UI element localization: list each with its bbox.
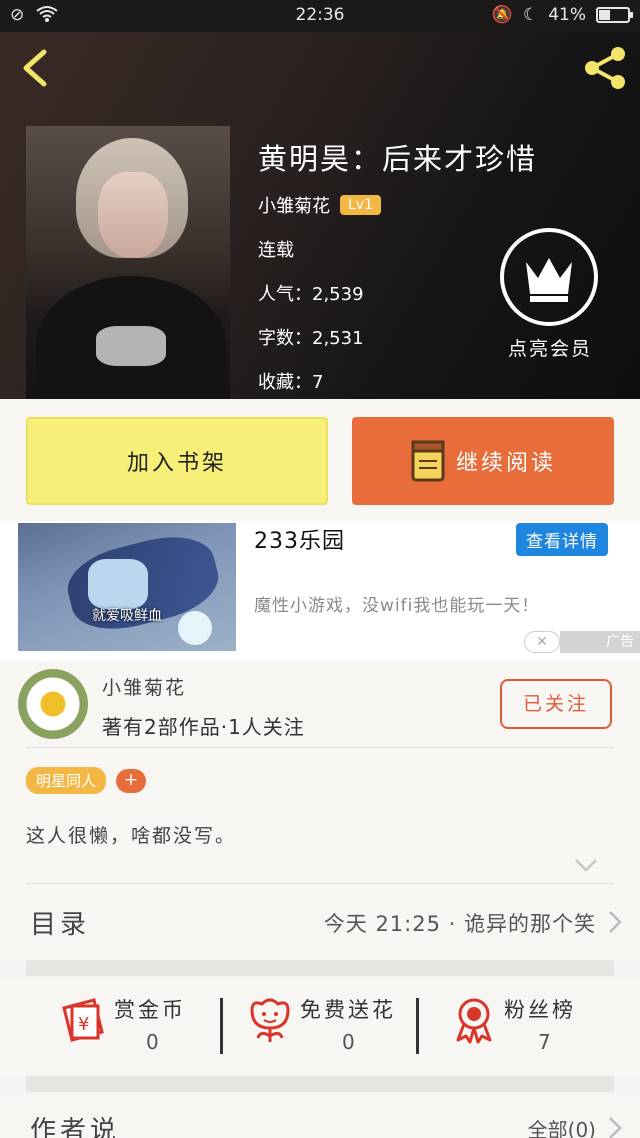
vip-button[interactable]: 点亮会员 (500, 228, 600, 361)
flower-icon (250, 998, 290, 1042)
word-count-stat: 字数：2,531 (258, 324, 364, 350)
add-tag-button[interactable]: + (116, 768, 147, 793)
serial-status: 连载 (258, 240, 294, 261)
catalog-label: 目录 (30, 910, 91, 940)
ad-image-caption: 就爱吸鲜血 (92, 608, 162, 624)
plane-icon (178, 611, 212, 645)
red-envelope-icon: ¥ (62, 998, 104, 1042)
author-says-all: 全部(0) (527, 1118, 596, 1138)
ad-close-button[interactable]: ✕ (524, 631, 560, 653)
chevron-right-icon (608, 910, 622, 938)
popularity-stat: 人气：2,539 (258, 280, 364, 306)
continue-reading-label: 继续阅读 (455, 451, 556, 476)
author-row: 小雏菊花 Lv1 (258, 192, 381, 218)
share-icon (585, 47, 625, 89)
view-details-button[interactable]: 查看详情 (516, 523, 608, 556)
tag-row: 明星同人 + (26, 767, 147, 794)
fan-ranking[interactable]: 粉丝榜 7 (448, 990, 628, 1060)
battery-percent: 41% (548, 5, 586, 25)
moon-icon: ☾ (522, 5, 539, 25)
divider (220, 998, 223, 1054)
book-icon (411, 440, 445, 482)
svg-text:¥: ¥ (78, 1014, 89, 1035)
reward-coins-label: 赏金币 (114, 998, 186, 1022)
popularity-label: 人气： (258, 284, 312, 305)
status-bar: ⊘ 22:36 🔕 ☾ 41% (0, 0, 640, 32)
medal-icon (456, 998, 492, 1044)
ad-description: 魔性小游戏，没wifi我也能玩一天！ (254, 596, 540, 616)
favorites-label: 收藏： (258, 372, 312, 393)
word-count-label: 字数： (258, 328, 312, 349)
book-header: 黄明昊：后来才珍惜 小雏菊花 Lv1 连载 人气：2,539 字数：2,531 … (0, 32, 640, 399)
free-flowers[interactable]: 免费送花 0 (244, 990, 424, 1060)
avatar[interactable] (18, 669, 88, 739)
chevron-down-icon[interactable] (574, 857, 598, 876)
ad-image[interactable]: 就爱吸鲜血 (18, 523, 236, 651)
chevron-right-icon (608, 1116, 622, 1138)
fan-ranking-value: 7 (538, 1030, 551, 1054)
followed-button[interactable]: 已关注 (500, 679, 612, 729)
divider (26, 747, 614, 748)
divider (416, 998, 419, 1054)
stats-bar: ¥ 赏金币 0 免费送花 0 粉丝榜 7 (0, 978, 640, 1076)
share-button[interactable] (580, 42, 630, 92)
level-badge: Lv1 (340, 195, 381, 215)
chevron-left-icon (23, 49, 47, 87)
latest-chapter: 今天 21:25 · 诡异的那个笑 (323, 912, 596, 936)
ad-label: 广告 (560, 631, 640, 653)
add-to-shelf-label: 加入书架 (126, 451, 227, 476)
crown-icon (500, 228, 598, 326)
ad-title: 233乐园 (254, 529, 345, 554)
ad-banner[interactable]: 就爱吸鲜血 233乐园 查看详情 魔性小游戏，没wifi我也能玩一天！ ✕ 广告 (0, 521, 640, 661)
author-says-label: 作者说 (30, 1116, 121, 1138)
author-intro: 这人很懒，啥都没写。 (26, 825, 237, 847)
section-separator (26, 1076, 614, 1092)
back-button[interactable] (16, 46, 56, 90)
action-bar: 加入书架 继续阅读 (0, 399, 640, 521)
book-cover[interactable] (26, 126, 230, 399)
mute-icon: 🔕 (491, 5, 513, 25)
battery-icon (596, 7, 633, 23)
author-works-summary: 著有2部作品·1人关注 (102, 715, 305, 739)
fan-ranking-label: 粉丝榜 (504, 998, 576, 1022)
author-name[interactable]: 小雏菊花 (258, 192, 330, 218)
category-tag[interactable]: 明星同人 (26, 767, 107, 794)
popularity-value: 2,539 (312, 284, 364, 305)
catalog-row[interactable]: 目录 今天 21:25 · 诡异的那个笑 (0, 884, 640, 962)
favorites-value: 7 (312, 372, 324, 393)
free-flowers-label: 免费送花 (300, 998, 396, 1022)
favorites-stat: 收藏：7 (258, 368, 323, 394)
section-separator (26, 960, 614, 976)
author-says-row[interactable]: 作者说 全部(0) (0, 1094, 640, 1138)
vip-label: 点亮会员 (507, 338, 592, 360)
add-to-shelf-button[interactable]: 加入书架 (26, 417, 328, 505)
reward-coins-value: 0 (146, 1030, 159, 1054)
continue-reading-button[interactable]: 继续阅读 (352, 417, 614, 505)
author-section-name[interactable]: 小雏菊花 (102, 673, 186, 700)
reward-coins[interactable]: ¥ 赏金币 0 (58, 990, 238, 1060)
word-count-value: 2,531 (312, 328, 364, 349)
book-title: 黄明昊：后来才珍惜 (258, 142, 538, 176)
free-flowers-value: 0 (342, 1030, 355, 1054)
